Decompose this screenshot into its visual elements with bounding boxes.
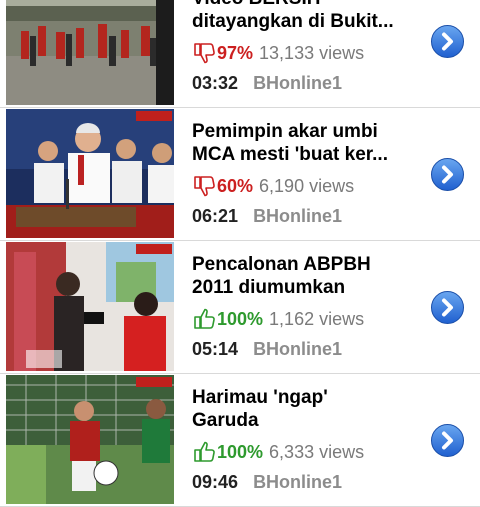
view-count: 6,190 views (259, 176, 355, 196)
video-duration: 06:21 (192, 206, 239, 226)
video-thumbnail[interactable] (6, 109, 174, 238)
channel-name: BHonline1 (253, 339, 343, 359)
rating-percent: 60% (217, 176, 254, 196)
video-duration: 05:14 (192, 339, 239, 359)
video-row[interactable]: Harimau 'ngap' Garuda 100% 6,333 views 0… (0, 374, 480, 507)
video-meta: 06:21 BHonline1 (192, 204, 342, 228)
video-meta: 05:14 BHonline1 (192, 337, 342, 361)
video-title-line: 2011 diumumkan (192, 277, 346, 298)
video-title[interactable]: Harimau 'ngap' Garuda (192, 386, 412, 432)
video-title-line: MCA mesti 'buat ker... (192, 144, 388, 165)
channel-name: BHonline1 (253, 206, 343, 226)
video-title-line: Pemimpin akar umbi (192, 121, 378, 142)
video-thumbnail[interactable] (6, 242, 174, 371)
thumbs-down-icon (194, 176, 215, 197)
view-count: 6,333 views (269, 442, 365, 462)
video-row[interactable]: Pencalonan ABPBH 2011 diumumkan 100% 1,1… (0, 241, 480, 374)
thumbs-down-icon (194, 43, 215, 64)
video-title-line: ditayangkan di Bukit... (192, 11, 394, 32)
video-title[interactable]: Pencalonan ABPBH 2011 diumumkan (192, 253, 412, 299)
rating-percent: 100% (217, 309, 264, 329)
video-title-line: Harimau 'ngap' (192, 387, 328, 408)
video-stats: 100% 6,333 views (192, 440, 364, 464)
video-stats: 60% 6,190 views (192, 174, 354, 198)
video-title[interactable]: Video BERSIH ditayangkan di Bukit... (192, 0, 412, 33)
video-list: Video BERSIH ditayangkan di Bukit... 97%… (0, 0, 480, 507)
video-stats: 97% 13,133 views (192, 41, 364, 65)
video-row[interactable]: Pemimpin akar umbi MCA mesti 'buat ker..… (0, 108, 480, 241)
chevron-right-icon[interactable] (430, 290, 465, 325)
chevron-right-icon[interactable] (430, 423, 465, 458)
channel-name: BHonline1 (253, 472, 343, 492)
video-thumbnail[interactable] (6, 375, 174, 504)
video-title-line: Garuda (192, 410, 259, 431)
rating-percent: 97% (217, 43, 254, 63)
view-count: 13,133 views (259, 43, 365, 63)
video-duration: 09:46 (192, 472, 239, 492)
video-title-line: Video BERSIH (192, 0, 412, 10)
thumbs-up-icon (194, 441, 215, 462)
video-thumbnail[interactable] (6, 0, 174, 105)
video-title-line: Pencalonan ABPBH (192, 254, 371, 275)
channel-name: BHonline1 (253, 73, 343, 93)
video-stats: 100% 1,162 views (192, 307, 364, 331)
video-duration: 03:32 (192, 73, 239, 93)
view-count: 1,162 views (269, 309, 365, 329)
video-title[interactable]: Pemimpin akar umbi MCA mesti 'buat ker..… (192, 120, 412, 166)
chevron-right-icon[interactable] (430, 24, 465, 59)
thumbs-up-icon (194, 308, 215, 329)
video-meta: 09:46 BHonline1 (192, 470, 342, 494)
rating-percent: 100% (217, 442, 264, 462)
chevron-right-icon[interactable] (430, 157, 465, 192)
video-meta: 03:32 BHonline1 (192, 71, 342, 95)
video-row[interactable]: Video BERSIH ditayangkan di Bukit... 97%… (0, 0, 480, 108)
